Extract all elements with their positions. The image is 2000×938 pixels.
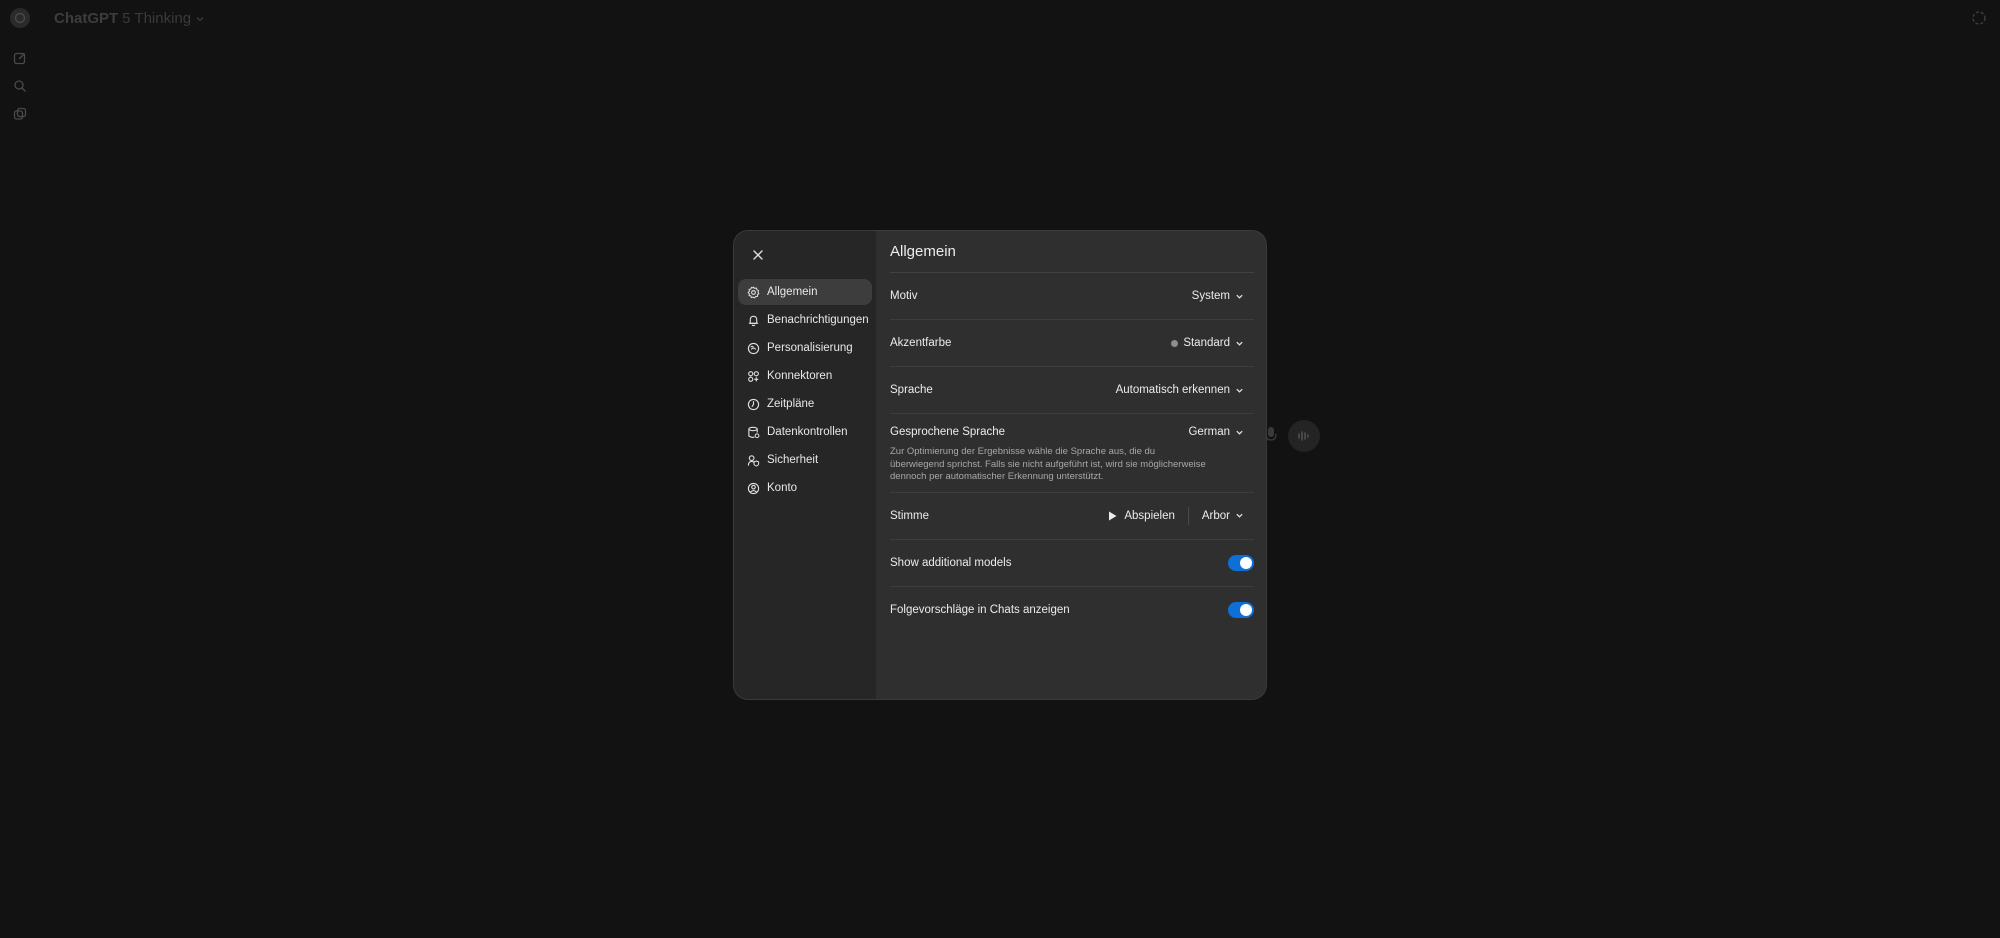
images-icon[interactable] [12,106,28,122]
setting-label: Gesprochene Sprache [890,426,1006,438]
nav-label: Konnektoren [767,370,833,382]
followups-toggle[interactable] [1228,602,1254,618]
connectors-icon [748,370,759,382]
setting-language: Sprache Automatisch erkennen [890,367,1254,414]
setting-theme: Motiv System [890,273,1254,320]
gear-icon [747,286,760,298]
dashed-circle-icon[interactable] [1970,9,1988,27]
nav-item-sicherheit[interactable]: Sicherheit [738,447,872,473]
bell-icon [748,315,759,326]
setting-label: Folgevorschläge in Chats anzeigen [890,604,1070,616]
nav-label: Datenkontrollen [767,426,848,438]
setting-label: Sprache [890,384,933,396]
personalization-icon [747,342,760,354]
model-name: ChatGPT [54,10,119,27]
nav-label: Zeitpläne [767,398,815,410]
setting-label: Stimme [890,509,929,522]
nav-item-zeitplaene[interactable]: Zeitpläne [738,391,872,417]
chevron-down-icon [1236,388,1243,393]
voice-dropdown[interactable]: Arbor [1202,510,1254,522]
setting-label: Motiv [890,290,918,302]
setting-spoken-language: Gesprochene Sprache German Zur Optimieru… [890,414,1254,493]
settings-title: Allgemein [890,241,1254,273]
edit-icon[interactable] [12,50,28,66]
nav-item-personalisierung[interactable]: Personalisierung [738,335,872,361]
nav-item-konnektoren[interactable]: Konnektoren [738,363,872,389]
nav-item-benachrichtigungen[interactable]: Benachrichtigungen [738,307,872,333]
close-button[interactable] [744,241,772,269]
chevron-down-icon [1236,294,1243,299]
play-icon [1109,511,1117,520]
dropdown-value: System [1191,290,1230,302]
additional-models-toggle[interactable] [1228,554,1254,571]
chevron-down-icon [1236,513,1243,518]
dropdown-value: Standard [1183,337,1230,349]
play-voice-button[interactable]: Abspielen [1108,506,1189,525]
spoken-language-hint: Zur Optimierung der Ergebnisse wähle die… [890,446,1206,482]
model-selector[interactable]: ChatGPT 5 Thinking [54,10,205,27]
setting-additional-models: Show additional models [890,540,1254,587]
nav-label: Benachrichtigungen [767,314,869,326]
theme-dropdown[interactable]: System [1192,290,1254,302]
chevron-down-icon [1236,341,1243,346]
shield-icon [747,454,760,467]
model-variant: 5 Thinking [122,10,192,27]
database-icon [748,426,760,438]
clock-icon [747,398,760,410]
nav-label: Sicherheit [767,454,819,466]
close-icon [753,250,763,260]
setting-voice: Stimme Abspielen Arbor [890,493,1254,540]
dropdown-value: German [1188,426,1230,438]
nav-item-allgemein[interactable]: Allgemein [738,279,872,305]
openai-logo-icon[interactable] [10,8,30,28]
setting-accent: Akzentfarbe Standard [890,320,1254,367]
nav-label: Personalisierung [767,342,853,354]
setting-followups: Folgevorschläge in Chats anzeigen [890,587,1254,634]
setting-label: Show additional models [890,556,1012,569]
dropdown-value: Automatisch erkennen [1115,384,1230,396]
dropdown-value: Arbor [1201,509,1230,522]
play-label: Abspielen [1124,509,1175,522]
chevron-down-icon [1236,430,1243,435]
search-icon[interactable] [12,78,28,94]
nav-item-datenkontrollen[interactable]: Datenkontrollen [738,419,872,445]
settings-content: Allgemein Motiv System Akzentfarbe Stand… [876,231,1266,699]
spoken-language-dropdown[interactable]: German [1188,426,1254,438]
mic-icon[interactable] [1264,426,1280,444]
accent-color-dot [1171,339,1179,347]
settings-nav: Allgemein Benachrichtigungen Personalisi… [734,231,876,699]
settings-modal: Allgemein Benachrichtigungen Personalisi… [734,231,1266,699]
setting-label: Akzentfarbe [890,337,952,349]
user-circle-icon [747,482,760,494]
chevron-down-icon [196,16,204,21]
nav-label: Konto [767,482,798,494]
nav-item-konto[interactable]: Konto [738,475,872,501]
accent-dropdown[interactable]: Standard [1171,337,1254,349]
language-dropdown[interactable]: Automatisch erkennen [1116,384,1254,396]
voice-wave-icon[interactable] [1288,420,1320,452]
nav-label: Allgemein [767,286,818,298]
